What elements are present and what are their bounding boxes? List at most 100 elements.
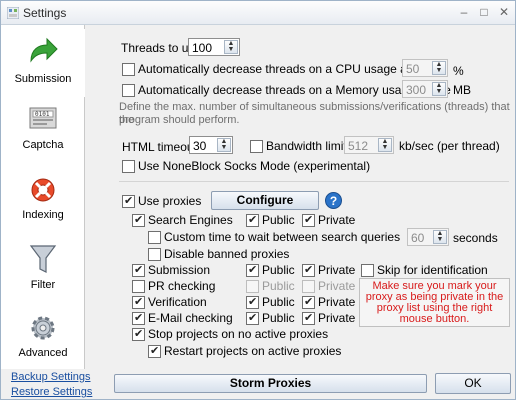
close-button[interactable]: ✕ bbox=[495, 4, 513, 20]
sidebar-item-indexing[interactable]: Indexing bbox=[1, 169, 85, 237]
lifebuoy-icon bbox=[31, 178, 55, 202]
stop-projects-checkbox[interactable] bbox=[132, 327, 145, 341]
submission-public-checkbox[interactable] bbox=[246, 263, 259, 277]
memory-unit: MB bbox=[453, 83, 471, 97]
settings-window: Settings – □ ✕ Submission 0101 Captcha I… bbox=[0, 0, 516, 400]
sidebar-item-submission[interactable]: Submission bbox=[1, 29, 85, 97]
stepper-arrows-icon[interactable]: ▲ ▼ bbox=[378, 138, 392, 152]
bandwidth-unit: kb/sec (per thread) bbox=[399, 139, 500, 153]
private-label: Private bbox=[318, 263, 356, 277]
stepper-arrows-icon[interactable]: ▲ ▼ bbox=[224, 40, 238, 54]
noneblock-label: Use NoneBlock Socks Mode (experimental) bbox=[138, 159, 371, 173]
threads-value: 100 bbox=[192, 41, 213, 55]
search-engines-private-checkbox[interactable] bbox=[302, 213, 315, 227]
use-proxies-checkbox[interactable] bbox=[122, 194, 135, 208]
sidebar: Submission 0101 Captcha Indexing Filter … bbox=[1, 25, 85, 369]
threads-hint-line2: program should perform. bbox=[119, 114, 240, 126]
noneblock-checkbox[interactable] bbox=[122, 160, 135, 173]
pr-checking-label: PR checking bbox=[148, 279, 216, 293]
private-label: Private bbox=[318, 213, 356, 227]
public-label: Public bbox=[262, 311, 295, 325]
verification-label: Verification bbox=[148, 295, 207, 309]
cpu-unit: % bbox=[453, 64, 464, 78]
funnel-icon bbox=[29, 245, 57, 273]
seconds-label: seconds bbox=[453, 231, 498, 245]
cpu-threshold-stepper[interactable]: 50 ▲ ▼ bbox=[402, 59, 448, 77]
cpu-decrease-label: Automatically decrease threads on a CPU … bbox=[138, 62, 433, 76]
private-label: Private bbox=[318, 279, 356, 293]
html-timeout-value: 30 bbox=[193, 139, 207, 153]
private-label: Private bbox=[318, 295, 356, 309]
email-checking-public-checkbox[interactable] bbox=[246, 311, 259, 325]
sidebar-item-advanced[interactable]: Advanced bbox=[1, 307, 85, 375]
bandwidth-limit-checkbox[interactable] bbox=[250, 140, 263, 153]
search-engines-label: Search Engines bbox=[148, 213, 233, 227]
sidebar-item-label: Indexing bbox=[22, 209, 64, 221]
pr-checking-checkbox[interactable] bbox=[132, 280, 145, 293]
app-icon bbox=[7, 7, 19, 19]
memory-threshold-value: 300 bbox=[406, 83, 427, 97]
restart-projects-checkbox[interactable] bbox=[148, 344, 161, 358]
ok-button[interactable]: OK bbox=[435, 373, 511, 394]
bandwidth-value: 512 bbox=[348, 139, 369, 153]
disable-banned-label: Disable banned proxies bbox=[164, 247, 290, 261]
backup-settings-link[interactable]: Backup Settings bbox=[11, 371, 91, 383]
configure-button[interactable]: Configure bbox=[211, 191, 319, 210]
restart-projects-label: Restart projects on active proxies bbox=[164, 344, 342, 358]
bandwidth-stepper[interactable]: 512 ▲ ▼ bbox=[344, 136, 394, 154]
private-proxy-note: Make sure you mark your proxy as being p… bbox=[359, 278, 510, 327]
cpu-decrease-checkbox[interactable] bbox=[122, 63, 135, 76]
submission-label: Submission bbox=[148, 263, 211, 277]
html-timeout-label: HTML timeout bbox=[122, 140, 197, 154]
minimize-button[interactable]: – bbox=[455, 4, 473, 20]
custom-time-stepper[interactable]: 60 ▲ ▼ bbox=[407, 228, 449, 246]
title-bar: Settings – □ ✕ bbox=[1, 1, 515, 25]
verification-checkbox[interactable] bbox=[132, 295, 145, 309]
captcha-icon: 0101 bbox=[29, 107, 57, 129]
arrow-icon bbox=[30, 37, 58, 63]
html-timeout-stepper[interactable]: 30 ▲ ▼ bbox=[189, 136, 233, 154]
public-label: Public bbox=[262, 295, 295, 309]
submission-checkbox[interactable] bbox=[132, 263, 145, 277]
public-label: Public bbox=[262, 279, 295, 293]
memory-threshold-stepper[interactable]: 300 ▲ ▼ bbox=[402, 80, 448, 98]
custom-time-checkbox[interactable] bbox=[148, 231, 161, 244]
skip-identification-checkbox[interactable] bbox=[361, 264, 374, 277]
stepper-arrows-icon[interactable]: ▲ ▼ bbox=[432, 82, 446, 96]
email-checking-label: E-Mail checking bbox=[148, 311, 233, 325]
memory-decrease-checkbox[interactable] bbox=[122, 84, 135, 97]
search-engines-checkbox[interactable] bbox=[132, 213, 145, 227]
pr-checking-public-checkbox[interactable] bbox=[246, 280, 259, 293]
svg-text:0101: 0101 bbox=[35, 111, 50, 118]
threads-stepper[interactable]: 100 ▲ ▼ bbox=[188, 38, 240, 56]
stepper-arrows-icon[interactable]: ▲ ▼ bbox=[217, 138, 231, 152]
sidebar-item-filter[interactable]: Filter bbox=[1, 237, 85, 305]
storm-proxies-button[interactable]: Storm Proxies bbox=[114, 374, 427, 393]
cpu-threshold-value: 50 bbox=[406, 62, 420, 76]
sidebar-item-label: Captcha bbox=[22, 139, 64, 151]
sidebar-item-label: Submission bbox=[14, 73, 72, 85]
disable-banned-checkbox[interactable] bbox=[148, 248, 161, 261]
email-checking-private-checkbox[interactable] bbox=[302, 311, 315, 325]
email-checking-checkbox[interactable] bbox=[132, 311, 145, 325]
public-label: Public bbox=[262, 213, 295, 227]
custom-time-value: 60 bbox=[411, 231, 425, 245]
section-divider bbox=[119, 181, 509, 182]
stepper-arrows-icon[interactable]: ▲ ▼ bbox=[433, 230, 447, 244]
custom-time-label: Custom time to wait between search queri… bbox=[164, 230, 401, 244]
restore-settings-link[interactable]: Restore Settings bbox=[11, 386, 92, 398]
gear-icon bbox=[31, 316, 55, 340]
stepper-arrows-icon[interactable]: ▲ ▼ bbox=[432, 61, 446, 75]
submission-private-checkbox[interactable] bbox=[302, 263, 315, 277]
sidebar-item-label: Advanced bbox=[18, 347, 68, 359]
verification-private-checkbox[interactable] bbox=[302, 295, 315, 309]
window-title: Settings bbox=[23, 6, 67, 20]
help-icon[interactable]: ? bbox=[325, 192, 342, 209]
pr-checking-private-checkbox[interactable] bbox=[302, 280, 315, 293]
use-proxies-label: Use proxies bbox=[138, 194, 202, 208]
maximize-button[interactable]: □ bbox=[475, 4, 493, 20]
verification-public-checkbox[interactable] bbox=[246, 295, 259, 309]
search-engines-public-checkbox[interactable] bbox=[246, 213, 259, 227]
bandwidth-limit-label: Bandwidth limit bbox=[266, 139, 347, 153]
sidebar-item-captcha[interactable]: 0101 Captcha bbox=[1, 99, 85, 167]
